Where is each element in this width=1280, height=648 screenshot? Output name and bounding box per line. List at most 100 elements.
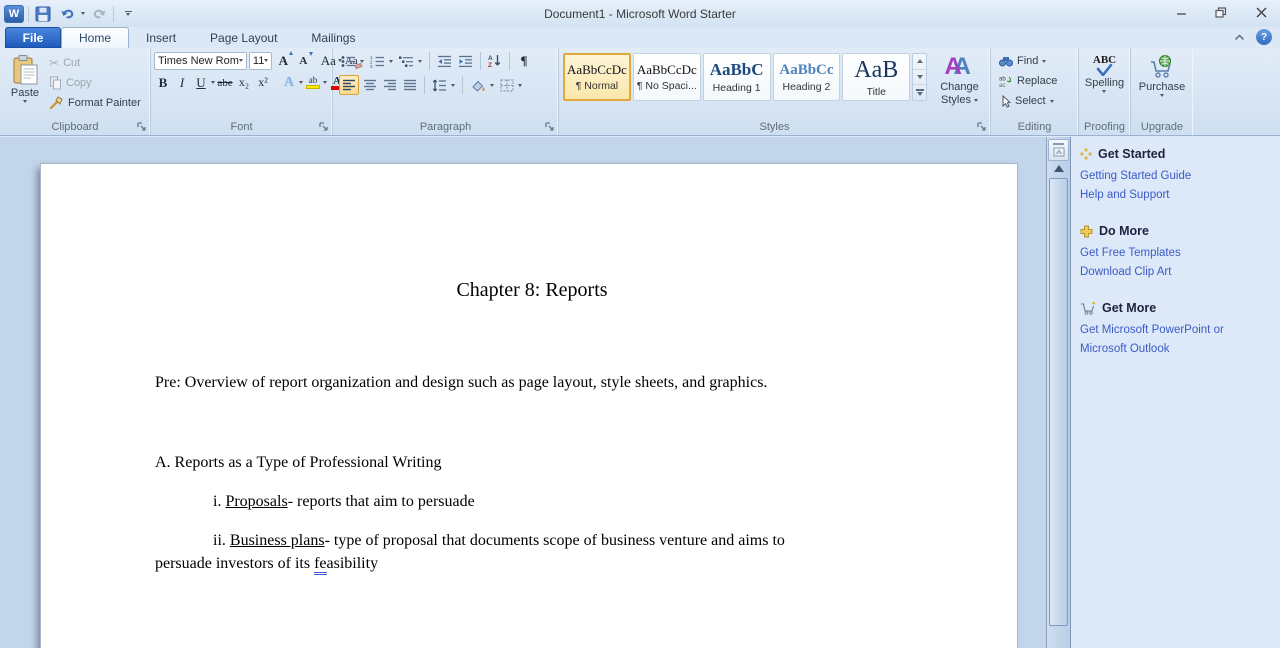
underline-dropdown-arrow[interactable] bbox=[211, 81, 215, 84]
minimize-button[interactable] bbox=[1168, 4, 1194, 21]
scroll-up-button[interactable] bbox=[1048, 161, 1069, 176]
purchase-button[interactable]: Purchase bbox=[1139, 51, 1185, 119]
group-font: Times New Rom 11 A A bbox=[151, 48, 333, 135]
styles-scroll-down[interactable] bbox=[913, 70, 926, 86]
styles-gallery-expand[interactable] bbox=[913, 85, 926, 100]
link-get-free-templates[interactable]: Get Free Templates bbox=[1080, 244, 1272, 263]
close-button[interactable] bbox=[1248, 4, 1274, 21]
justify-icon bbox=[403, 79, 417, 91]
text-effects-button[interactable]: A bbox=[280, 73, 298, 92]
numbering-button[interactable]: 123 bbox=[368, 51, 395, 71]
style-no-spacing[interactable]: AaBbCcDc ¶ No Spaci... bbox=[633, 53, 701, 101]
paste-button[interactable]: Paste bbox=[3, 51, 47, 119]
style-heading2[interactable]: AaBbCc Heading 2 bbox=[773, 53, 841, 101]
restore-icon bbox=[1215, 7, 1227, 18]
shading-button[interactable] bbox=[468, 75, 496, 95]
link-download-clip-art[interactable]: Download Clip Art bbox=[1080, 263, 1272, 282]
spelling-button[interactable]: ABC Spelling bbox=[1085, 51, 1124, 119]
scissors-icon: ✂ bbox=[49, 56, 59, 70]
sort-button[interactable]: A Z bbox=[486, 51, 504, 71]
subscript-button[interactable]: x₂ bbox=[235, 73, 253, 92]
clipboard-dialog-launcher-icon[interactable] bbox=[137, 122, 147, 132]
restore-button[interactable] bbox=[1208, 4, 1234, 21]
shrink-font-button[interactable]: A bbox=[294, 51, 312, 70]
style-heading1-label: Heading 1 bbox=[713, 82, 761, 94]
underline-button[interactable]: U bbox=[192, 73, 210, 92]
grow-font-button[interactable]: A bbox=[274, 51, 292, 70]
bullets-button[interactable] bbox=[339, 51, 366, 71]
underlined-term: Business plans bbox=[230, 532, 325, 549]
group-clipboard: Paste ✂ Cut Copy bbox=[0, 48, 151, 135]
tab-mailings[interactable]: Mailings bbox=[294, 27, 372, 48]
line-spacing-button[interactable] bbox=[430, 75, 457, 95]
paste-icon bbox=[10, 54, 40, 86]
align-left-icon bbox=[342, 79, 356, 91]
scrollbar-thumb[interactable] bbox=[1049, 178, 1068, 626]
svg-text:ac: ac bbox=[999, 83, 1005, 87]
multilevel-list-button[interactable] bbox=[397, 51, 424, 71]
proofing-group-label: Proofing bbox=[1084, 121, 1125, 133]
styles-scroll-up[interactable] bbox=[913, 54, 926, 70]
tab-page-layout[interactable]: Page Layout bbox=[193, 27, 294, 48]
text-effects-glyph: A bbox=[284, 75, 294, 91]
plus-icon bbox=[1080, 225, 1093, 238]
style-heading2-preview: AaBbCc bbox=[779, 62, 833, 79]
select-button[interactable]: Select bbox=[997, 91, 1075, 111]
font-family-combo[interactable]: Times New Rom bbox=[154, 52, 247, 70]
copy-button: Copy bbox=[47, 73, 143, 93]
align-center-button[interactable] bbox=[361, 75, 379, 95]
paragraph-heading-a: A. Reports as a Type of Professional Wri… bbox=[155, 451, 909, 474]
copy-icon bbox=[49, 76, 62, 90]
font-size-combo[interactable]: 11 bbox=[249, 52, 272, 70]
style-heading1[interactable]: AaBbC Heading 1 bbox=[703, 53, 771, 101]
vertical-scrollbar[interactable] bbox=[1046, 137, 1071, 648]
document-page[interactable]: Chapter 8: Reports Pre: Overview of repo… bbox=[40, 163, 1018, 648]
styles-group-label: Styles bbox=[760, 121, 790, 133]
link-getting-started-guide[interactable]: Getting Started Guide bbox=[1080, 167, 1272, 186]
line-spacing-icon bbox=[432, 79, 447, 92]
font-dialog-launcher-icon[interactable] bbox=[319, 122, 329, 132]
paste-dropdown-arrow[interactable] bbox=[23, 100, 27, 103]
highlight-button[interactable]: ab bbox=[304, 73, 322, 92]
justify-button[interactable] bbox=[401, 75, 419, 95]
style-title[interactable]: AaB Title bbox=[842, 53, 910, 101]
styles-dialog-launcher-icon[interactable] bbox=[977, 122, 987, 132]
minimize-ribbon-icon[interactable] bbox=[1233, 32, 1246, 42]
superscript-button[interactable]: x² bbox=[254, 73, 272, 92]
paragraph-item-i: i. Proposals- reports that aim to persua… bbox=[155, 490, 909, 513]
clipboard-group-label: Clipboard bbox=[51, 121, 98, 133]
decrease-indent-button[interactable] bbox=[435, 51, 454, 71]
style-normal[interactable]: AaBbCcDc ¶ Normal bbox=[563, 53, 631, 101]
change-styles-button[interactable]: A A Change Styles bbox=[932, 51, 987, 106]
cut-button: ✂ Cut bbox=[47, 53, 143, 73]
highlight-arrow[interactable] bbox=[323, 81, 327, 84]
find-label: Find bbox=[1017, 55, 1038, 67]
align-right-button[interactable] bbox=[381, 75, 399, 95]
tab-home[interactable]: Home bbox=[61, 27, 129, 48]
purchase-label: Purchase bbox=[1139, 81, 1185, 93]
find-button[interactable]: Find bbox=[997, 51, 1075, 71]
font-group-label: Font bbox=[230, 121, 252, 133]
borders-button[interactable] bbox=[498, 75, 524, 95]
link-get-powerpoint-outlook[interactable]: Get Microsoft PowerPoint or Microsoft Ou… bbox=[1080, 321, 1272, 359]
ruler-toggle-button[interactable] bbox=[1048, 139, 1069, 161]
help-icon[interactable]: ? bbox=[1256, 29, 1272, 45]
tab-insert[interactable]: Insert bbox=[129, 27, 193, 48]
align-left-button[interactable] bbox=[339, 75, 359, 95]
text-effects-arrow[interactable] bbox=[299, 81, 303, 84]
italic-button[interactable]: I bbox=[173, 73, 191, 92]
show-hide-pilcrow-button[interactable]: ¶ bbox=[515, 52, 533, 71]
format-painter-button[interactable]: Format Painter bbox=[47, 93, 143, 113]
link-help-and-support[interactable]: Help and Support bbox=[1080, 186, 1272, 205]
title-bar: W bbox=[0, 0, 1280, 27]
bold-button[interactable]: B bbox=[154, 73, 172, 92]
sort-icon: A Z bbox=[488, 54, 502, 68]
replace-button[interactable]: ab ac Replace bbox=[997, 71, 1075, 91]
paragraph-dialog-launcher-icon[interactable] bbox=[545, 122, 555, 132]
paragraph-pre: Pre: Overview of report organization and… bbox=[155, 371, 909, 394]
purchase-arrow bbox=[1160, 94, 1164, 97]
strikethrough-button[interactable]: abe bbox=[216, 73, 234, 92]
tab-file[interactable]: File bbox=[5, 27, 61, 48]
increase-indent-button[interactable] bbox=[456, 51, 475, 71]
copy-label: Copy bbox=[66, 77, 92, 89]
